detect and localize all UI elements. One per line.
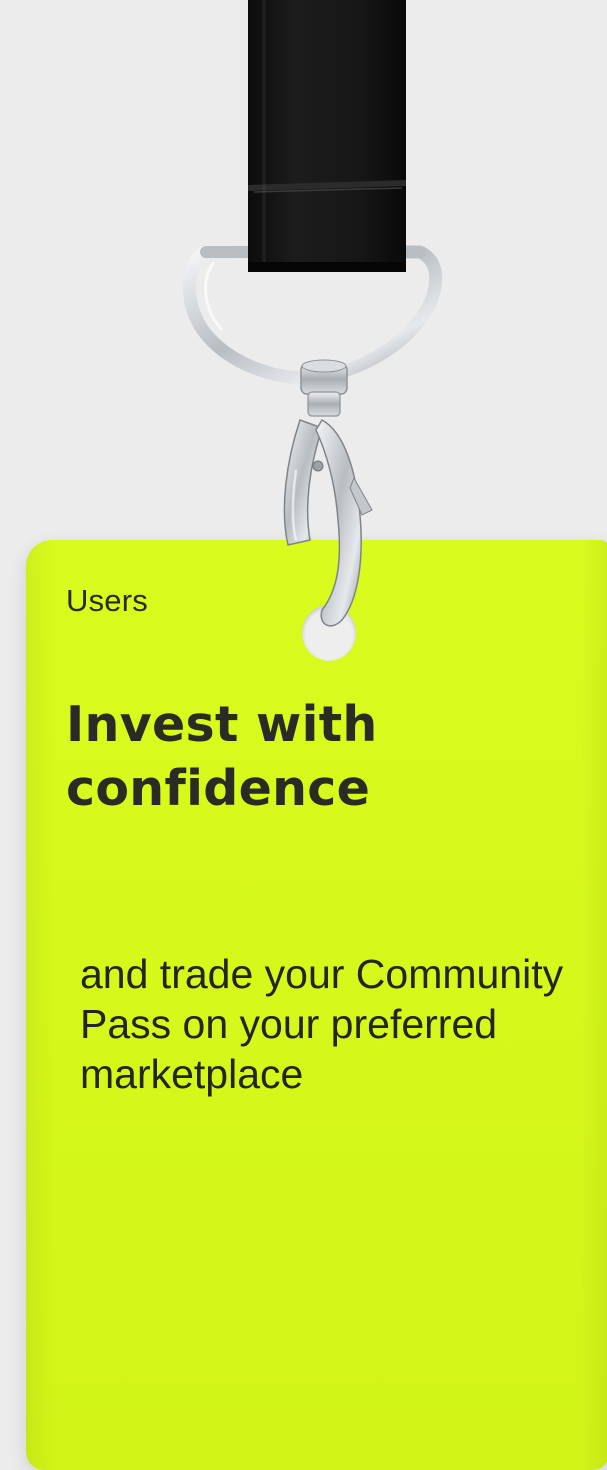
card-category-label: Users <box>66 583 148 618</box>
card-punch-hole-icon <box>302 605 356 661</box>
card-headline: Invest with confidence <box>66 696 378 817</box>
card-description: and trade your Community Pass on your pr… <box>80 951 564 1097</box>
lanyard-scene: Users Invest with confidence and trade y… <box>0 0 607 1470</box>
d-ring-icon <box>182 245 443 385</box>
strap-band-icon <box>248 0 406 272</box>
